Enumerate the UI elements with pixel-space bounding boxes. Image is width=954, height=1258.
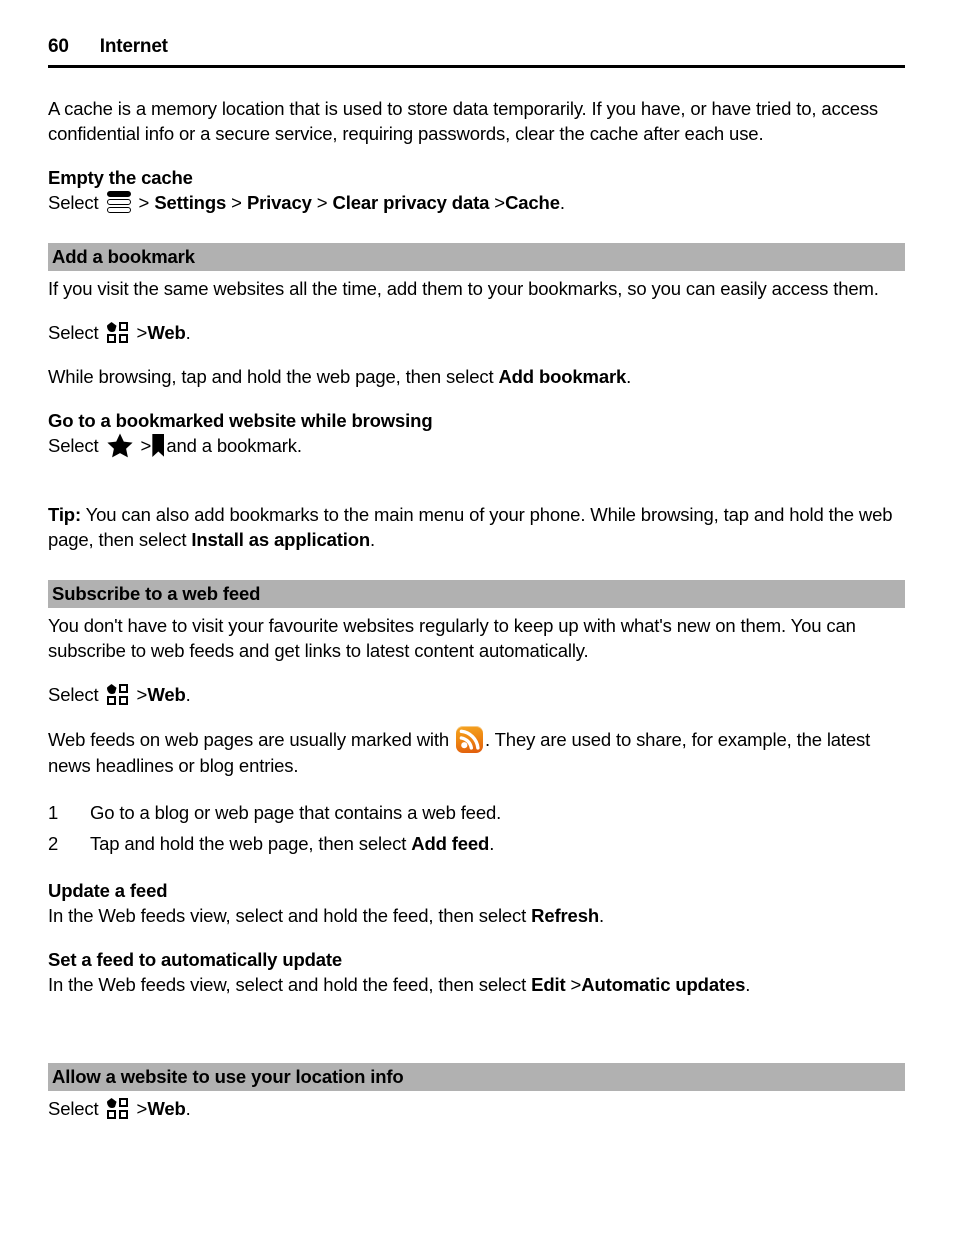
path-item-clear-privacy-data: Clear privacy data (332, 192, 490, 213)
menu-item-add-bookmark: Add bookmark (498, 366, 627, 387)
path-separator: > (494, 192, 506, 213)
empty-cache-path: Select > Settings > Privacy > Clear priv… (48, 190, 905, 215)
path-separator: > (316, 192, 328, 213)
subscribe-feed-path: Select >Web. (48, 682, 905, 707)
path-separator: > (138, 192, 150, 213)
menu-bars-icon (106, 191, 131, 214)
section-title: Subscribe to a web feed (52, 583, 261, 604)
star-icon (106, 433, 133, 458)
list-item: 2 Tap and hold the web page, then select… (48, 828, 905, 859)
heading-empty-the-cache: Empty the cache (48, 167, 193, 188)
tip-label: Tip: (48, 504, 81, 525)
bookmark-ribbon-icon (152, 434, 165, 457)
auto-update-feed-text: In the Web feeds view, select and hold t… (48, 972, 905, 997)
tip-paragraph: Tip: You can also add bookmarks to the m… (48, 502, 905, 552)
header-divider (48, 65, 905, 68)
document-page: 60 Internet A cache is a memory location… (0, 0, 954, 1258)
step-text: Tap and hold the web page, then select A… (90, 828, 905, 859)
path-separator: > (136, 1098, 148, 1119)
update-feed-text: In the Web feeds view, select and hold t… (48, 903, 905, 928)
period: . (489, 833, 495, 854)
app-grid-icon (106, 684, 129, 705)
menu-item-install-as-application: Install as application (191, 529, 371, 550)
select-label: Select (48, 684, 99, 705)
menu-item-edit: Edit (531, 974, 566, 995)
select-label: Select (48, 192, 99, 213)
app-grid-icon (106, 1098, 129, 1119)
path-item-web: Web (147, 1098, 186, 1119)
path-item-cache: Cache (505, 192, 560, 213)
text-fragment: You can also add bookmarks to the main m… (48, 504, 893, 550)
rss-feed-icon (456, 726, 484, 753)
app-grid-icon (106, 322, 129, 343)
path-item-settings: Settings (154, 192, 227, 213)
select-label: Select (48, 435, 99, 456)
path-item-privacy: Privacy (246, 192, 312, 213)
path-separator: > (136, 322, 148, 343)
page-header: 60 Internet (48, 36, 905, 58)
select-label: Select (48, 322, 99, 343)
list-item: 1 Go to a blog or web page that contains… (48, 797, 905, 828)
heading-go-to-bookmarked-website: Go to a bookmarked website while browsin… (48, 410, 433, 431)
section-header-add-a-bookmark: Add a bookmark (48, 243, 905, 271)
path-separator: > (570, 974, 582, 995)
page-title: Internet (99, 36, 168, 57)
period: . (559, 192, 565, 213)
text-fragment: While browsing, tap and hold the web pag… (48, 366, 499, 387)
goto-bookmark-path: Select > and a bookmark. (48, 433, 905, 458)
period: . (745, 974, 751, 995)
step-number: 2 (48, 833, 59, 854)
path-item-web: Web (147, 322, 186, 343)
subscribe-feed-steps: 1 Go to a blog or web page that contains… (48, 797, 905, 859)
text-fragment: Go to a blog or web page that contains a… (90, 802, 502, 823)
path-separator: > (136, 684, 148, 705)
section-header-allow-location-info: Allow a website to use your location inf… (48, 1063, 905, 1091)
select-label: Select (48, 1098, 99, 1119)
page-number: 60 (48, 36, 69, 57)
menu-item-add-feed: Add feed (411, 833, 490, 854)
heading-update-a-feed: Update a feed (48, 880, 168, 901)
section-header-subscribe-to-a-web-feed: Subscribe to a web feed (48, 580, 905, 608)
period: . (185, 322, 191, 343)
text-fragment: Web feeds on web pages are usually marke… (48, 729, 455, 750)
section-title: Add a bookmark (52, 246, 195, 267)
period: . (185, 1098, 191, 1119)
period: . (370, 529, 376, 550)
text-fragment: In the Web feeds view, select and hold t… (48, 905, 532, 926)
page-content: A cache is a memory location that is use… (48, 96, 905, 1121)
step-text: Go to a blog or web page that contains a… (90, 797, 905, 828)
period: . (598, 905, 604, 926)
menu-item-refresh: Refresh (531, 905, 599, 926)
intro-paragraph: A cache is a memory location that is use… (48, 98, 879, 144)
text-fragment: Tap and hold the web page, then select (90, 833, 412, 854)
menu-item-automatic-updates: Automatic updates (581, 974, 746, 995)
step-number: 1 (48, 802, 59, 823)
add-bookmark-paragraph: If you visit the same websites all the t… (48, 278, 879, 299)
period: . (626, 366, 632, 387)
period: . (185, 684, 191, 705)
subscribe-feed-paragraph: You don't have to visit your favourite w… (48, 615, 856, 661)
text-fragment: and a bookmark. (166, 435, 302, 456)
path-separator: > (231, 192, 242, 213)
text-fragment: In the Web feeds view, select and hold t… (48, 974, 532, 995)
add-bookmark-browsing-text: While browsing, tap and hold the web pag… (48, 364, 905, 389)
path-separator: > (140, 435, 152, 456)
section-title: Allow a website to use your location inf… (52, 1066, 404, 1087)
location-info-path: Select >Web. (48, 1096, 905, 1121)
web-feeds-marked-text: Web feeds on web pages are usually marke… (48, 726, 905, 778)
add-bookmark-path: Select >Web. (48, 320, 905, 345)
path-item-web: Web (147, 684, 186, 705)
heading-set-feed-automatic-update: Set a feed to automatically update (48, 949, 343, 970)
